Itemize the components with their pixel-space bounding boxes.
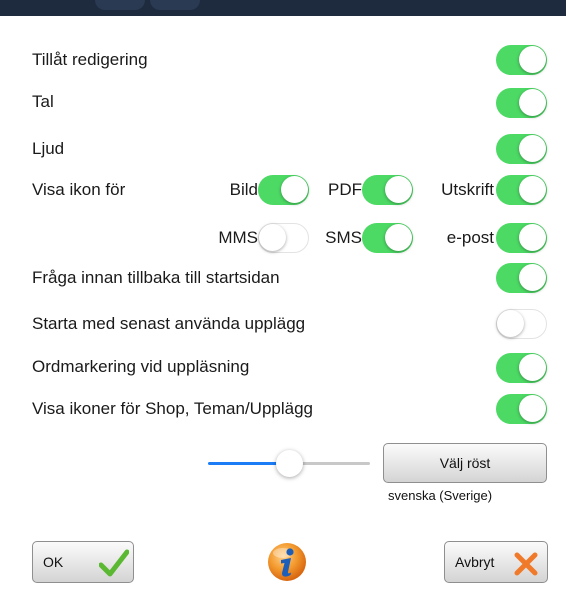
slider-thumb[interactable] bbox=[275, 450, 303, 477]
info-icon[interactable] bbox=[266, 541, 308, 583]
show-icons-for-label: Visa ikon för bbox=[32, 180, 126, 199]
toggle-knob bbox=[385, 176, 412, 203]
email-icon-toggle[interactable] bbox=[496, 223, 547, 253]
toggle-knob bbox=[519, 89, 546, 116]
cancel-label: Avbryt bbox=[455, 554, 495, 570]
current-voice-label: svenska (Sverige) bbox=[388, 488, 493, 503]
ok-button[interactable]: OK bbox=[32, 541, 134, 583]
email-icon-label: e-post bbox=[446, 228, 494, 247]
background-header bbox=[0, 0, 566, 16]
toggle-knob bbox=[519, 176, 546, 203]
checkmark-icon bbox=[98, 549, 130, 580]
x-icon bbox=[514, 552, 538, 579]
allow-editing-toggle[interactable] bbox=[496, 45, 547, 75]
word-highlight-toggle[interactable] bbox=[496, 353, 547, 383]
print-icon-label: Utskrift bbox=[441, 180, 494, 199]
toggle-knob bbox=[519, 46, 546, 73]
toggle-knob bbox=[497, 310, 524, 337]
toggle-knob bbox=[281, 176, 308, 203]
mms-icon-toggle[interactable] bbox=[258, 223, 309, 253]
toggle-knob bbox=[519, 224, 546, 251]
allow-editing-label: Tillåt redigering bbox=[32, 50, 148, 69]
sound-toggle[interactable] bbox=[496, 134, 547, 164]
toggle-knob bbox=[519, 395, 546, 422]
toggle-knob bbox=[519, 135, 546, 162]
sms-icon-toggle[interactable] bbox=[362, 223, 413, 253]
sms-icon-label: SMS bbox=[325, 228, 362, 247]
background-decoration bbox=[150, 0, 200, 10]
choose-voice-button[interactable]: Välj röst bbox=[383, 443, 547, 483]
image-icon-label: Bild bbox=[229, 180, 258, 199]
word-highlight-label: Ordmarkering vid uppläsning bbox=[32, 357, 250, 376]
show-shop-icons-label: Visa ikoner för Shop, Teman/Upplägg bbox=[32, 399, 313, 418]
start-last-layout-toggle[interactable] bbox=[496, 309, 547, 339]
mms-icon-label: MMS bbox=[218, 228, 258, 247]
pdf-icon-label: PDF bbox=[328, 180, 362, 199]
print-icon-toggle[interactable] bbox=[496, 175, 547, 205]
ask-before-home-toggle[interactable] bbox=[496, 263, 547, 293]
pdf-icon-toggle[interactable] bbox=[362, 175, 413, 205]
toggle-knob bbox=[519, 354, 546, 381]
ok-label: OK bbox=[43, 554, 64, 570]
speech-toggle[interactable] bbox=[496, 88, 547, 118]
toggle-knob bbox=[259, 224, 286, 251]
sound-label: Ljud bbox=[32, 139, 65, 158]
settings-panel bbox=[10, 16, 566, 598]
image-icon-toggle[interactable] bbox=[258, 175, 309, 205]
choose-voice-label: Välj röst bbox=[439, 455, 491, 471]
toggle-knob bbox=[385, 224, 412, 251]
background-decoration bbox=[95, 0, 145, 10]
toggle-knob bbox=[519, 264, 546, 291]
ask-before-home-label: Fråga innan tillbaka till startsidan bbox=[32, 268, 280, 287]
show-shop-icons-toggle[interactable] bbox=[496, 394, 547, 424]
speech-label: Tal bbox=[32, 92, 54, 111]
start-last-layout-label: Starta med senast använda upplägg bbox=[32, 314, 306, 333]
cancel-button[interactable]: Avbryt bbox=[444, 541, 548, 583]
